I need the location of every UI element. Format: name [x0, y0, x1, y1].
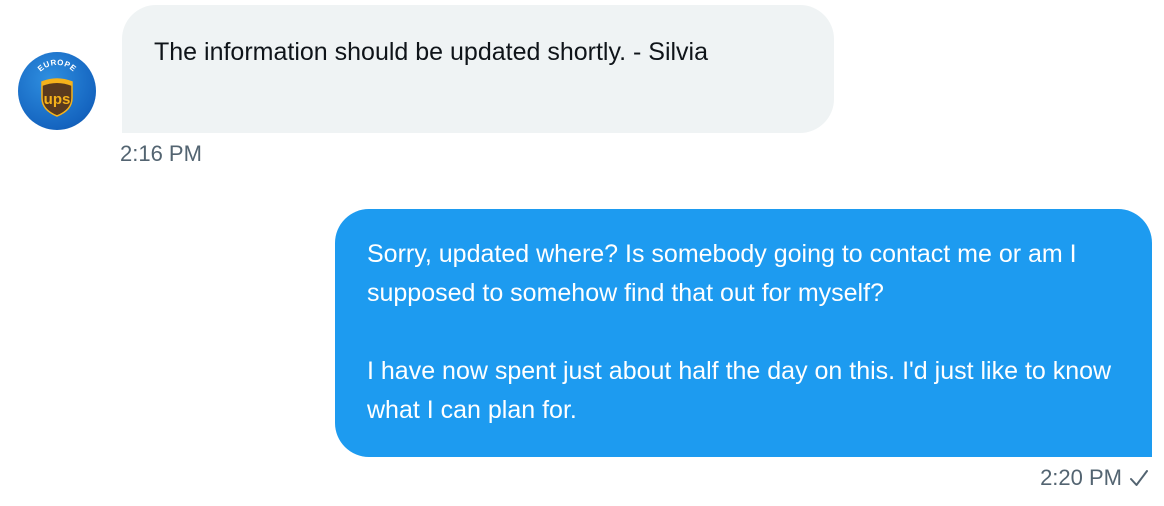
- conversation: EUROPE ups The information should be upd…: [0, 0, 1164, 506]
- ups-avatar[interactable]: EUROPE ups: [18, 52, 96, 130]
- svg-text:EUROPE: EUROPE: [36, 58, 78, 74]
- incoming-message-bubble[interactable]: The information should be updated shortl…: [122, 5, 834, 133]
- avatar-ups-text: ups: [44, 91, 71, 108]
- outgoing-message-paragraph: Sorry, updated where? Is somebody going …: [367, 240, 1077, 307]
- ups-europe-logo-icon: EUROPE ups: [36, 58, 78, 117]
- checkmark-icon: [1128, 467, 1150, 489]
- incoming-message-text: The information should be updated shortl…: [154, 38, 709, 66]
- outgoing-status: 2:20 PM: [1040, 464, 1150, 492]
- outgoing-message-paragraph: I have now spent just about half the day…: [367, 357, 1112, 424]
- incoming-timestamp: 2:16 PM: [120, 141, 202, 166]
- outgoing-message-bubble[interactable]: Sorry, updated where? Is somebody going …: [335, 209, 1152, 457]
- avatar-europe-text: EUROPE: [36, 58, 78, 74]
- outgoing-timestamp: 2:20 PM: [1040, 465, 1122, 490]
